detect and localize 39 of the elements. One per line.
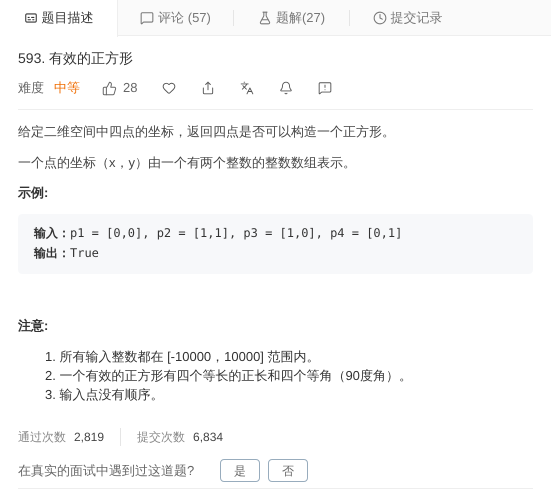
stat-value: 2,819 [74, 429, 104, 446]
comment-icon [140, 10, 154, 24]
feedback-button[interactable] [318, 81, 332, 95]
difficulty-value: 中等 [54, 79, 80, 97]
code-line: 输入：p1 = [0,0], p2 = [1,1], p3 = [1,0], p4 = [0,1] [34, 225, 402, 242]
thumbs-up-icon [102, 80, 117, 96]
share-icon [201, 81, 216, 95]
captions-icon [24, 11, 38, 25]
flask-icon [258, 10, 272, 24]
note-item: 3. 输入点没有顺序。 [45, 386, 164, 404]
example-heading: 示例: [18, 184, 50, 202]
share-button[interactable] [201, 81, 216, 95]
interview-question: 在真实的面试中遇到过这道题? [18, 462, 194, 480]
like-button[interactable]: 28 [102, 78, 138, 98]
tab[interactable]: 评论 (57) [118, 0, 233, 36]
note-item: 2. 一个有效的正方形有四个等长的正长和四个等角（90度角）。 [45, 367, 412, 385]
tab[interactable]: 提交记录 [350, 0, 465, 36]
stat-label: 提交次数 [137, 429, 186, 446]
stat-value: 6,834 [193, 429, 224, 446]
heart-button[interactable] [162, 81, 176, 95]
feedback-icon [318, 81, 332, 95]
code-line: 输出：True [34, 245, 99, 262]
tab[interactable]: 题解(27) [234, 0, 349, 36]
translate-button[interactable] [240, 81, 254, 95]
stat-label: 通过次数 [18, 429, 66, 446]
tab[interactable]: 题目描述 [0, 0, 118, 36]
bell-button[interactable] [279, 81, 294, 95]
difficulty-label: 难度 [18, 79, 44, 97]
bell-icon [279, 81, 294, 95]
clock-icon [372, 10, 386, 24]
problem-title: 593. 有效的正方形 [18, 49, 134, 68]
description-paragraph: 给定二维空间中四点的坐标，返回四点是否可以构造一个正方形。 [18, 123, 396, 141]
answer-button[interactable]: 是 [220, 459, 260, 482]
note-heading: 注意: [18, 317, 50, 335]
answer-button[interactable]: 否 [268, 459, 308, 482]
translate-icon [240, 81, 254, 95]
note-item: 1. 所有输入整数都在 [-10000，10000] 范围内。 [45, 348, 320, 366]
description-paragraph: 一个点的坐标（x，y）由一个有两个整数的整数数组表示。 [18, 154, 357, 172]
heart-icon [162, 81, 176, 95]
